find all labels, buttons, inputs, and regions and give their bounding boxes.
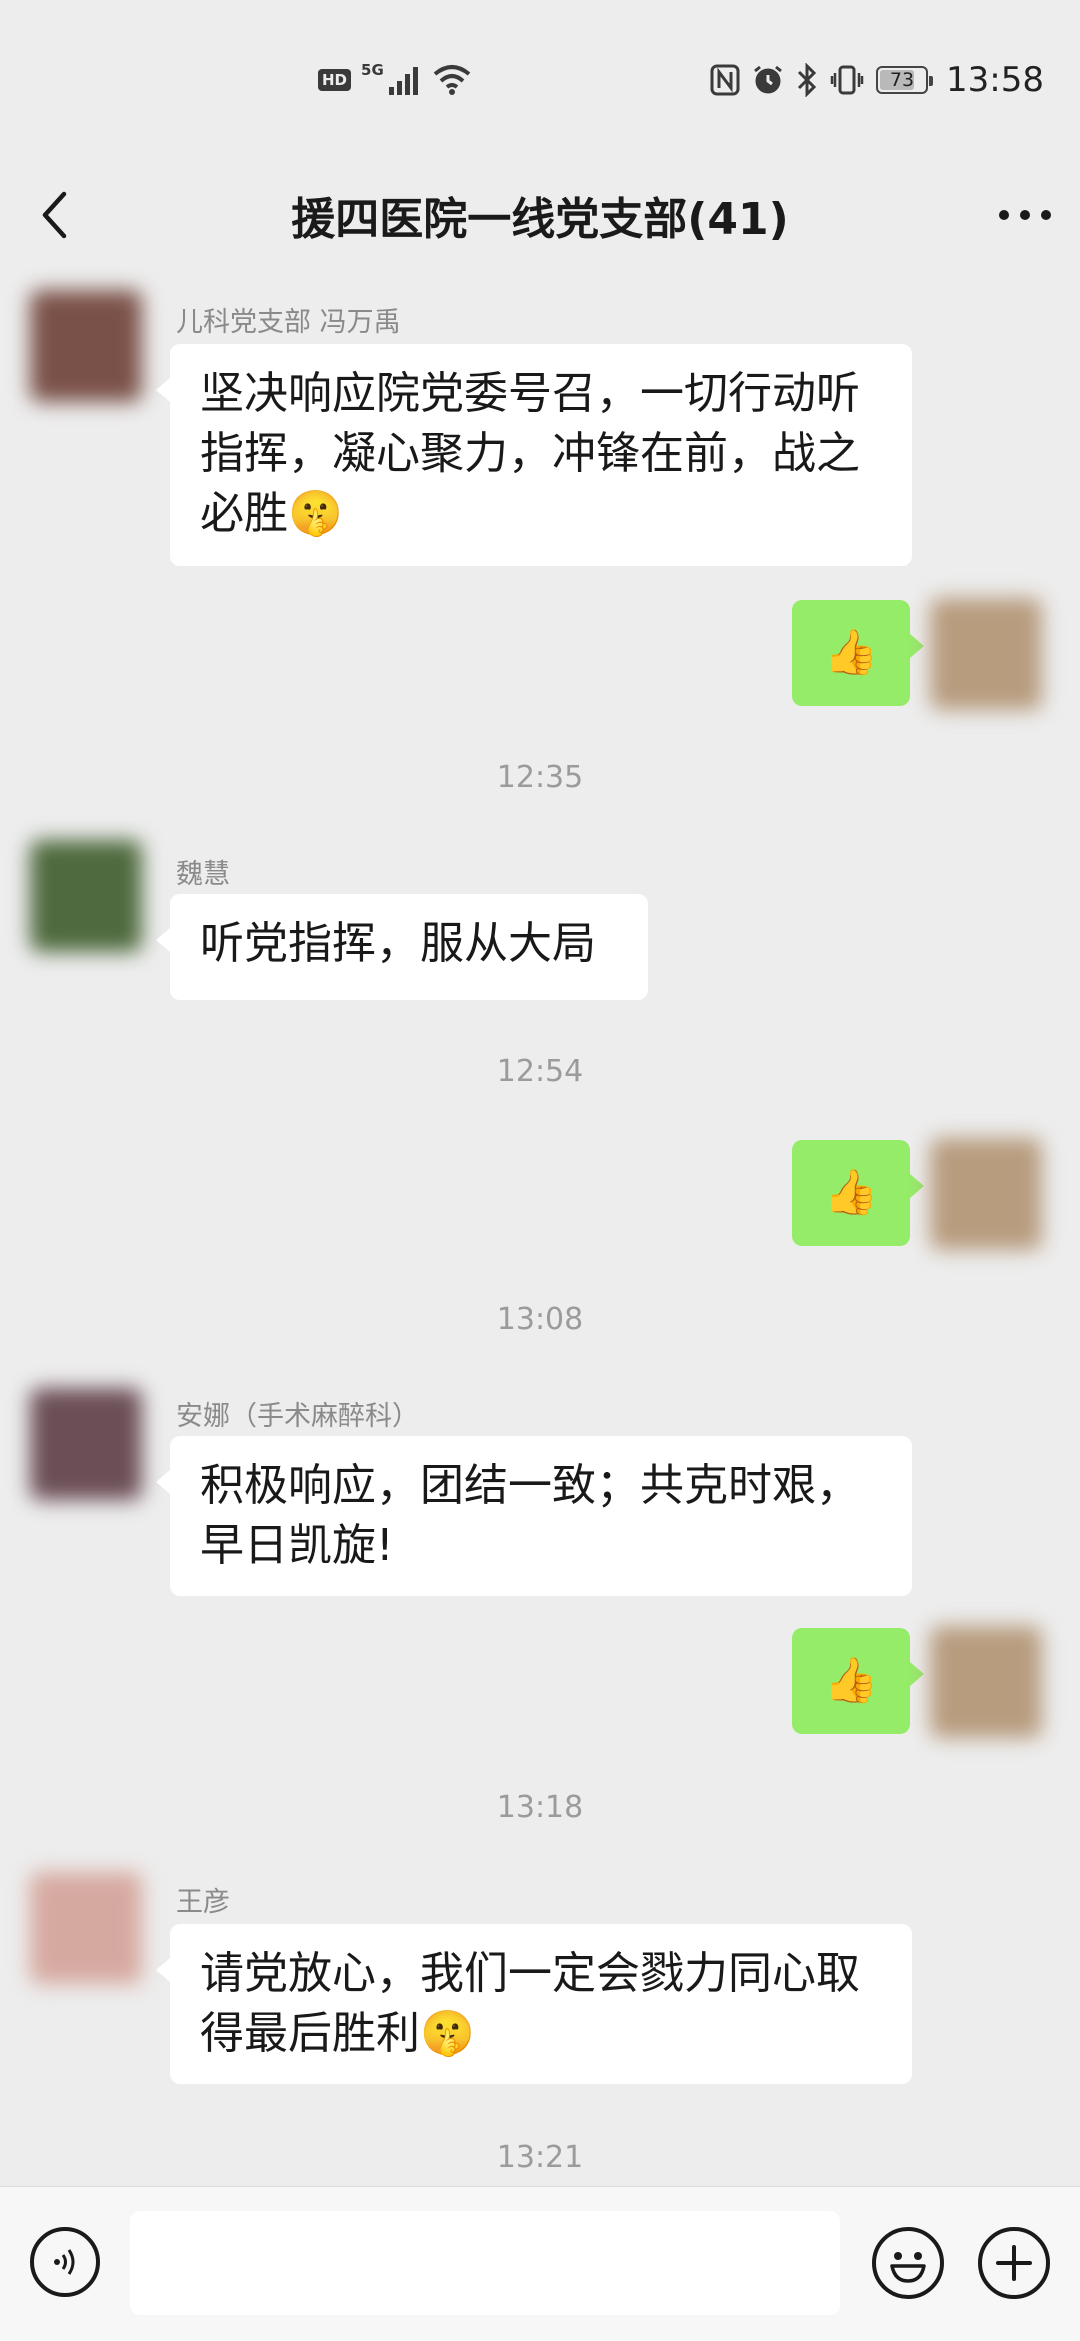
message-text: 请党放心，我们一定会戮力同心取得最后胜利 [200,1948,860,2059]
back-button[interactable] [22,182,88,248]
shushing-face-emoji: 🤫 [288,488,343,539]
message-timestamp: 13:21 [496,2140,584,2175]
shushing-face-emoji: 🤫 [420,2008,475,2059]
message-input[interactable] [130,2211,840,2315]
voice-button[interactable] [30,2227,100,2297]
message-timestamp: 12:35 [496,760,584,795]
sender-avatar[interactable] [30,290,142,402]
message-timestamp: 13:08 [496,1302,584,1337]
outgoing-message-bubble[interactable]: 👍 [792,1628,924,1734]
message-bubble[interactable]: 请党放心，我们一定会戮力同心取得最后胜利🤫 [156,1924,912,2084]
sender-name: 魏慧 [176,859,230,890]
chevron-left-icon [42,191,67,239]
input-bar [0,2186,1080,2341]
hd-badge: HD [318,69,352,91]
message-bubble[interactable]: 积极响应，团结一致；共克时艰，早日凯旋! [156,1436,912,1596]
signal-icon [388,67,418,95]
network-indicators: HD 5G [318,60,472,100]
my-avatar[interactable] [930,1138,1042,1250]
more-button[interactable] [992,182,1058,248]
sender-avatar[interactable] [30,840,142,952]
sender-name: 儿科党支部 冯万禹 [176,307,401,338]
message-bubble[interactable]: 听党指挥，服从大局 [156,894,648,1000]
thumbs-up-emoji: 👍 [823,1655,879,1706]
emoji-button[interactable] [872,2227,944,2299]
sender-avatar[interactable] [30,1388,142,1500]
smiley-icon [890,2252,926,2283]
my-avatar[interactable] [930,1626,1042,1738]
outgoing-message-bubble[interactable]: 👍 [792,600,924,706]
alarm-icon [754,65,782,94]
battery-indicator: 73 [876,66,933,94]
more-functions-button[interactable] [978,2227,1050,2299]
thumbs-up-emoji: 👍 [823,627,879,678]
message-timestamp: 12:54 [496,1054,584,1089]
nfc-icon [710,64,740,96]
status-bar: HD 5G 73 13:58 [0,0,1080,160]
sender-name: 王彦 [176,1887,230,1918]
plus-icon [996,2245,1032,2281]
sender-avatar[interactable] [30,1872,142,1984]
clock: 13:58 [946,60,1044,100]
message-text: 积极响应，团结一致；共克时艰，早日凯旋! [200,1460,860,1571]
thumbs-up-emoji: 👍 [823,1167,879,1218]
wifi-icon [433,65,471,95]
battery-level: 73 [889,69,915,91]
message-text: 听党指挥，服从大局 [200,918,596,969]
message-bubble[interactable]: 坚决响应院党委号召，一切行动听指挥，凝心聚力，冲锋在前，战之必胜🤫 [156,344,912,566]
chat-title: 援四医院一线党支部(41) [291,194,789,245]
sender-name: 安娜（手术麻醉科） [176,1401,419,1432]
vibrate-icon [830,65,864,95]
system-indicators: 73 13:58 [710,58,1044,102]
network-type-label: 5G [361,61,384,79]
voice-icon [54,2249,75,2275]
message-timestamp: 13:18 [496,1790,584,1825]
more-dots-icon [999,210,1051,220]
outgoing-message-bubble[interactable]: 👍 [792,1140,924,1246]
my-avatar[interactable] [930,598,1042,710]
chat-header: 援四医院一线党支部(41) [0,160,1080,270]
bluetooth-icon [797,63,817,97]
